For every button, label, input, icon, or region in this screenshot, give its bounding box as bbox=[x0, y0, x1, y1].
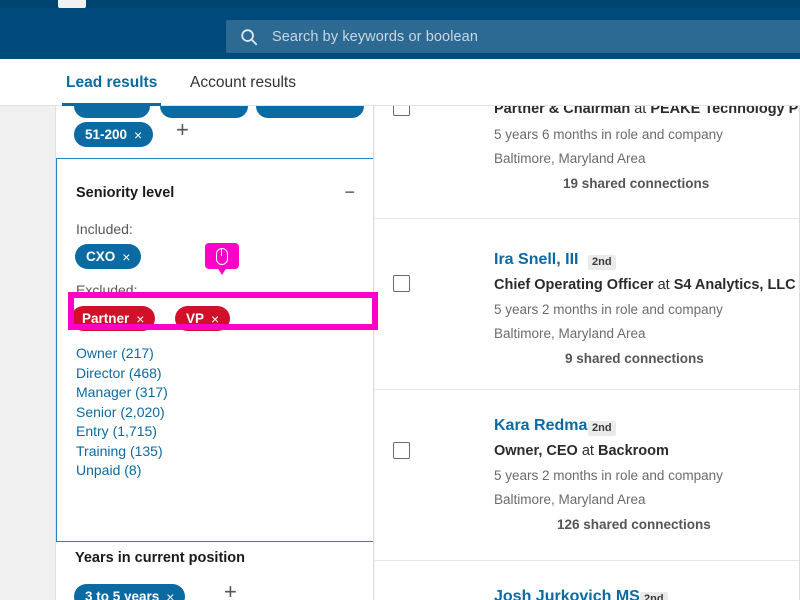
filter-pill-cutoff-2[interactable] bbox=[160, 106, 248, 118]
connection-degree-badge: 2nd bbox=[640, 592, 668, 600]
connection-degree-badge: 2nd bbox=[588, 255, 616, 270]
search-input-placeholder[interactable]: Search by keywords or boolean bbox=[272, 29, 478, 45]
result-tenure: 5 years 2 months in role and company bbox=[494, 468, 723, 483]
tab-account-results-label: Account results bbox=[190, 73, 296, 91]
mouse-pointer-icon bbox=[216, 248, 228, 265]
result-location: Baltimore, Maryland Area bbox=[494, 326, 646, 341]
result-title-company: PEAKE Technology Pa bbox=[650, 106, 800, 117]
seniority-option-training[interactable]: Training (135) bbox=[76, 442, 168, 462]
connection-degree-badge: 2nd bbox=[588, 421, 616, 436]
seniority-option-director[interactable]: Director (468) bbox=[76, 364, 168, 384]
filters-panel: 51-200 × + Seniority level − Included: C… bbox=[56, 106, 374, 600]
close-icon[interactable]: × bbox=[134, 128, 142, 142]
result-tenure: 5 years 6 months in role and company bbox=[494, 127, 723, 142]
search-icon bbox=[240, 28, 258, 46]
list-item[interactable]: Kara Redman 2nd Owner, CEO at Backroom 5… bbox=[375, 390, 800, 561]
seniority-option-unpaid[interactable]: Unpaid (8) bbox=[76, 461, 168, 481]
app-root: Search by keywords or boolean Lead resul… bbox=[0, 0, 800, 600]
result-title: Chief Operating Officer at S4 Analytics,… bbox=[494, 277, 796, 293]
filter-pill-company-size-label: 51-200 bbox=[85, 127, 128, 142]
result-location: Baltimore, Maryland Area bbox=[494, 492, 646, 507]
result-checkbox[interactable] bbox=[393, 275, 410, 292]
browser-chrome-strip bbox=[0, 0, 800, 7]
included-pill-cxo[interactable]: CXO × bbox=[75, 244, 142, 269]
result-checkbox[interactable] bbox=[393, 442, 410, 459]
company-size-filter-row: 51-200 × + bbox=[56, 106, 373, 152]
close-icon[interactable]: × bbox=[122, 250, 130, 264]
result-title-role: Partner & Chairman bbox=[494, 106, 631, 117]
list-item[interactable]: Partner & Chairman at PEAKE Technology P… bbox=[375, 106, 800, 219]
filter-pill-cutoff-1[interactable] bbox=[74, 106, 150, 118]
add-years-button[interactable]: + bbox=[224, 581, 237, 600]
left-gutter bbox=[0, 106, 56, 600]
result-title: Owner, CEO at Backroom bbox=[494, 443, 669, 459]
seniority-option-entry[interactable]: Entry (1,715) bbox=[76, 422, 168, 442]
result-tenure: 5 years 2 months in role and company bbox=[494, 302, 723, 317]
included-pill-cxo-label: CXO bbox=[86, 249, 116, 264]
add-company-size-button[interactable]: + bbox=[176, 119, 189, 141]
collapse-icon[interactable]: − bbox=[344, 183, 355, 201]
result-title-at: at bbox=[657, 277, 670, 293]
result-title-company: Backroom bbox=[597, 443, 669, 459]
years-in-position-title: Years in current position bbox=[75, 550, 246, 566]
result-title-at: at bbox=[634, 106, 647, 117]
result-title: Partner & Chairman at PEAKE Technology P… bbox=[494, 106, 800, 117]
browser-tab-stub[interactable] bbox=[58, 0, 86, 8]
filter-pill-company-size[interactable]: 51-200 × bbox=[74, 122, 154, 147]
years-pill-label: 3 to 5 years bbox=[85, 589, 160, 600]
annotation-highlight-box bbox=[68, 292, 378, 330]
seniority-level-filter-card: Seniority level − Included: CXO × Exclud… bbox=[56, 158, 373, 542]
result-title-role: Chief Operating Officer bbox=[494, 277, 654, 293]
seniority-option-senior[interactable]: Senior (2,020) bbox=[76, 403, 168, 423]
search-bar[interactable]: Search by keywords or boolean bbox=[226, 20, 800, 53]
tab-lead-results[interactable]: Lead results bbox=[61, 59, 162, 106]
result-shared-connections: 9 shared connections bbox=[565, 351, 704, 366]
close-icon[interactable]: × bbox=[166, 590, 174, 600]
seniority-options-list: Owner (217) Director (468) Manager (317)… bbox=[76, 344, 168, 481]
seniority-option-manager[interactable]: Manager (317) bbox=[76, 383, 168, 403]
seniority-level-title: Seniority level bbox=[76, 185, 175, 201]
tab-account-results[interactable]: Account results bbox=[190, 59, 296, 106]
result-title-at: at bbox=[581, 443, 594, 459]
list-item[interactable]: Josh Jurkovich MS 2nd bbox=[375, 561, 800, 600]
result-shared-connections: 126 shared connections bbox=[557, 517, 711, 532]
result-name[interactable]: Ira Snell, III bbox=[494, 251, 578, 269]
result-name[interactable]: Josh Jurkovich MS bbox=[494, 588, 640, 600]
top-navigation-bar: Search by keywords or boolean bbox=[0, 0, 800, 59]
annotation-bubble bbox=[205, 243, 239, 275]
result-title-company: S4 Analytics, LLC bbox=[673, 277, 796, 293]
result-name[interactable]: Kara Redman bbox=[494, 417, 597, 435]
annotation-cursor-marker bbox=[205, 243, 239, 275]
lead-results-list: Partner & Chairman at PEAKE Technology P… bbox=[375, 106, 800, 600]
result-location: Baltimore, Maryland Area bbox=[494, 151, 646, 166]
filter-pill-cutoff-3[interactable] bbox=[256, 106, 364, 118]
tab-lead-results-label: Lead results bbox=[66, 73, 158, 91]
results-tab-bar: Lead results Account results bbox=[0, 59, 800, 106]
years-in-position-filter-card: Years in current position 3 to 5 years ×… bbox=[56, 548, 373, 600]
years-pill-3-to-5[interactable]: 3 to 5 years × bbox=[74, 584, 186, 600]
result-shared-connections: 19 shared connections bbox=[563, 176, 710, 191]
list-item[interactable]: Ira Snell, III 2nd Chief Operating Offic… bbox=[375, 219, 800, 390]
result-title-role: Owner, CEO bbox=[494, 443, 578, 459]
included-label: Included: bbox=[76, 221, 133, 237]
result-checkbox[interactable] bbox=[393, 106, 410, 116]
seniority-option-owner[interactable]: Owner (217) bbox=[76, 344, 168, 364]
